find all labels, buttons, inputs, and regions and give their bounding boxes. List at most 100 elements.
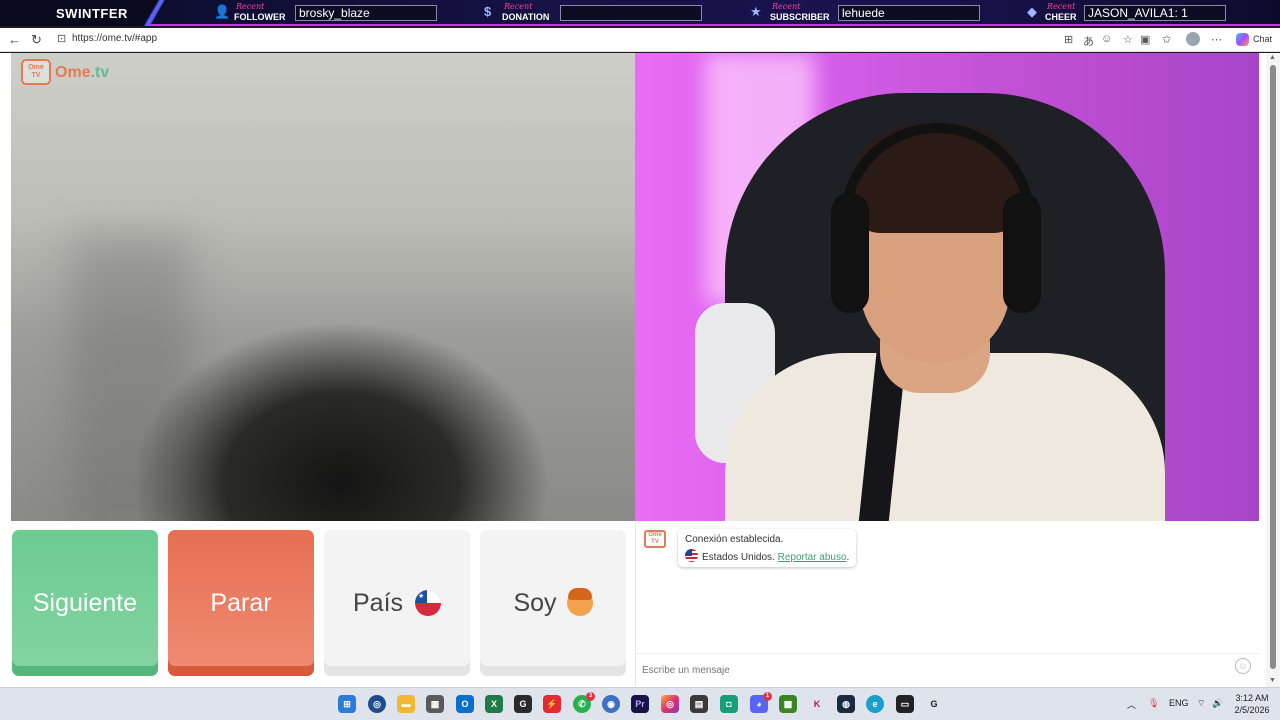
logo-main: Ome [55, 64, 91, 81]
copilot-icon[interactable] [1236, 33, 1249, 46]
gender-button[interactable]: Soy [480, 530, 626, 676]
overlay-recent-label: Recent [772, 2, 801, 11]
overlay-subscriber-value: lehuede [838, 5, 980, 21]
country-button-label: País [352, 588, 404, 617]
language-indicator[interactable]: ENG [1169, 698, 1189, 708]
connection-status: Conexión establecida. [685, 534, 784, 545]
overlay-subscriber-label: SUBSCRIBER [770, 12, 830, 22]
clock-time: 3:12 AM [1235, 693, 1269, 703]
system-message: Conexión establecida. Estados Unidos. Re… [678, 529, 856, 567]
scroll-down-icon[interactable]: ▼ [1269, 677, 1276, 684]
app-available-icon[interactable]: ⊞ [1064, 33, 1073, 46]
globe-app-icon[interactable]: ◉ [602, 695, 620, 713]
dollar-icon: $ [484, 4, 492, 19]
discord-icon[interactable]: ◕ 1 [750, 692, 772, 713]
partner-country: Estados Unidos. Reportar abuso. [685, 549, 849, 563]
chile-flag-icon: ★ [415, 590, 442, 616]
favorite-star-icon[interactable]: ☆ [1123, 33, 1133, 46]
more-menu-icon[interactable]: ⋯ [1211, 33, 1222, 46]
dark-app-icon[interactable]: ▭ [896, 695, 914, 713]
ghub-icon[interactable]: G [514, 695, 532, 713]
overlay-recent-cheer: ◆ Recent CHEER JASON_AVILA1: 1 [1027, 2, 1227, 24]
logo-text: Ome.tv [55, 64, 109, 82]
overlay-donation-value [560, 5, 702, 21]
boy-face-icon [566, 588, 593, 616]
mixer-app-icon[interactable]: ▤ [690, 695, 708, 713]
page-scrollbar[interactable]: ▲ ▼ [1266, 53, 1280, 687]
back-arrow-icon[interactable]: ← [8, 32, 21, 47]
headphone-right [1003, 193, 1041, 313]
favorites-icon[interactable]: ✩ [1162, 33, 1171, 46]
chat-panel: Ome TV Conexión establecida. Estados Uni… [635, 521, 1260, 687]
profile-avatar[interactable] [1186, 32, 1200, 46]
stop-button[interactable]: Parar [168, 530, 314, 676]
site-info-icon[interactable]: ⊡ [57, 32, 66, 45]
file-explorer-icon[interactable]: ▬ [397, 695, 415, 713]
stream-overlay-bar: SWINTFER 👤 Recent FOLLOWER brosky_blaze … [0, 0, 1280, 26]
next-button-label: Siguiente [32, 588, 138, 617]
webcam-video [635, 53, 1259, 521]
search-icon[interactable]: ◎ [368, 695, 386, 713]
tray-chevron-icon[interactable]: ︿ [1127, 698, 1136, 711]
wifi-icon[interactable]: ⌔ [1197, 698, 1205, 709]
overlay-cheer-value: JASON_AVILA1: 1 [1084, 5, 1226, 21]
next-button[interactable]: Siguiente [12, 530, 158, 676]
chat-logo-icon: Ome TV [644, 530, 666, 548]
premiere-icon[interactable]: Pr [631, 695, 649, 713]
overlay-donation-label: DONATION [502, 12, 550, 22]
logo-tv-icon: Ome TV [21, 59, 51, 85]
instagram-icon[interactable]: ◎ [661, 695, 679, 713]
overlay-follower-value: brosky_blaze [295, 5, 437, 21]
green-app-icon[interactable]: ◘ [720, 695, 738, 713]
stranger-video: Ome TV Ome.tv [11, 53, 635, 521]
edge-icon[interactable]: e [866, 695, 884, 713]
excel-icon[interactable]: X [485, 695, 503, 713]
scroll-thumb[interactable] [1270, 65, 1276, 669]
url-text[interactable]: https://ome.tv/#app [72, 33, 157, 44]
gender-button-label: Soy [513, 588, 557, 617]
windows-taskbar: ⊞ ◎ ▬ ▦ O X G ⚡ ✆ 3 ◉ Pr ◎ ▤ ◘ ◕ 1 ▩ K ◍ e… [0, 687, 1280, 720]
kick-icon[interactable]: K [808, 695, 826, 713]
chat-button[interactable]: Chat [1253, 34, 1272, 44]
overlay-recent-label: Recent [504, 2, 533, 11]
windows-start-icon[interactable]: ⊞ [338, 695, 356, 713]
partner-country-text: Estados Unidos. [702, 552, 775, 563]
whatsapp-icon[interactable]: ✆ 3 [573, 692, 595, 713]
translate-icon[interactable]: あ [1083, 33, 1094, 49]
address-bar[interactable]: ⊡ https://ome.tv/#app [52, 31, 1152, 49]
message-input[interactable] [642, 659, 1222, 681]
overlay-recent-label: Recent [236, 2, 265, 11]
ghub-alt-icon[interactable]: G [925, 695, 943, 713]
star-icon: ★ [750, 4, 762, 19]
microphone-icon[interactable]: 🎙 [1148, 698, 1159, 709]
overlay-brand-text: SWINTFER [56, 6, 128, 21]
gem-icon: ◆ [1027, 4, 1037, 19]
refresh-icon[interactable]: ↻ [31, 32, 42, 48]
system-clock[interactable]: 3:12 AM 2/5/2026 [1230, 692, 1274, 716]
outlook-icon[interactable]: O [456, 695, 474, 713]
camera-icon[interactable]: ▣ [1140, 33, 1150, 46]
chat-input-bar: ☺ [636, 653, 1260, 687]
overlay-recent-subscriber: ★ Recent SUBSCRIBER lehuede [750, 2, 980, 24]
country-button[interactable]: País ★ [324, 530, 470, 676]
overlay-recent-donation: $ Recent DONATION [484, 2, 702, 24]
whatsapp-badge: 3 [586, 692, 595, 701]
logo-tv-text: Ome TV [28, 64, 44, 79]
red-app-icon[interactable]: ⚡ [543, 695, 561, 713]
overlay-cheer-label: CHEER [1045, 12, 1077, 22]
minecraft-icon[interactable]: ▩ [779, 695, 797, 713]
clock-date: 2/5/2026 [1234, 705, 1270, 715]
reader-icon[interactable]: ☺ [1101, 33, 1112, 45]
steam-icon[interactable]: ◍ [837, 695, 855, 713]
stop-button-label: Parar [210, 588, 272, 617]
volume-icon[interactable]: 🔊 [1212, 698, 1223, 709]
video-blur-shape [71, 233, 191, 521]
scroll-up-icon[interactable]: ▲ [1269, 54, 1276, 61]
calendar-icon[interactable]: ▦ [426, 695, 444, 713]
overlay-recent-follower: 👤 Recent FOLLOWER brosky_blaze [214, 2, 438, 24]
report-abuse-link[interactable]: Reportar abuso [778, 552, 847, 563]
emoji-icon[interactable]: ☺ [1235, 658, 1251, 674]
logo-tld: .tv [90, 64, 110, 81]
user-icon: 👤 [214, 4, 231, 19]
us-flag-icon [685, 549, 698, 562]
